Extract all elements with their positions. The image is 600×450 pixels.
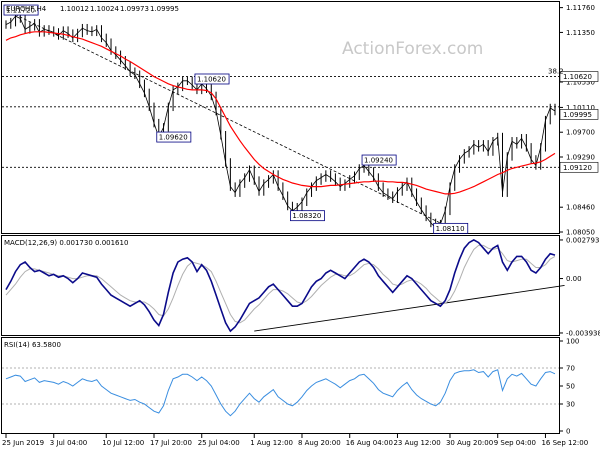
swing-level-label: 1.10620 [197, 75, 226, 83]
x-axis: 25 Jun 2019 3 Jul 04:00 10 Jul 12:00 17 Jul… [2, 434, 588, 447]
x-tick-label: 16 Sep 12:00 [541, 439, 588, 447]
macd-panel-frame [1, 235, 560, 336]
watermark: ActionForex.com [342, 39, 483, 59]
rsi-y-tick-label: 70 [566, 365, 575, 373]
chart-svg: ActionForex.com 1.117601.113501.105301.1… [1, 1, 600, 447]
price-y-tick-label: 1.11760 [566, 4, 595, 12]
price-y-tick-label: 1.08050 [566, 229, 595, 237]
chart-root: ActionForex.com 1.11760 1.11350 1.10530 1.1… [0, 0, 600, 450]
price-y-tick-label: 1.09290 [566, 154, 595, 162]
macd-y-tick-label: 0.00 [566, 275, 582, 283]
symbol-header: EURCHF,H4 [6, 5, 47, 13]
x-tick-label: 25 Jun 2019 [2, 439, 44, 447]
rsi-panel-frame [1, 337, 560, 434]
rsi-title: RSI(14) 63.5800 [4, 341, 61, 349]
rsi-y-tick-label: 30 [566, 401, 575, 409]
price-y-tick-label: 1.08460 [566, 204, 595, 212]
x-tick-label: 9 Sep 04:00 [494, 439, 536, 447]
macd-y-tick-label: -0.003938 [566, 329, 600, 337]
swing-level-label: 1.09620 [159, 134, 188, 142]
x-tick-label: 30 Aug 20:00 [446, 439, 493, 447]
ohlc-low: 1.09973 [120, 5, 149, 13]
last-price-label: 1.09995 [563, 111, 592, 119]
x-tick-label: 10 Jul 12:00 [102, 439, 144, 447]
ohlc-close: 1.09995 [150, 5, 179, 13]
macd-y-tick-label: 0.002793 [566, 236, 599, 244]
level-label: 1.09120 [563, 164, 592, 172]
swing-level-label: 1.08320 [292, 212, 321, 220]
rsi-y-tick-label: 0 [566, 428, 570, 436]
fib-label: 38.2 [548, 68, 564, 76]
x-tick-label: 25 Jul 04:00 [198, 439, 240, 447]
price-panel-frame [1, 1, 560, 234]
price-y-tick-label: 1.11350 [566, 29, 595, 37]
price-y-tick-label: 1.09700 [566, 129, 595, 137]
ohlc-high: 1.10024 [90, 5, 119, 13]
x-tick-label: 17 Jul 20:00 [150, 439, 192, 447]
ohlc-open: 1.10012 [60, 5, 89, 13]
x-tick-label: 3 Jul 04:00 [50, 439, 88, 447]
x-tick-label: 23 Aug 12:00 [393, 439, 440, 447]
level-label: 1.10620 [563, 73, 592, 81]
swing-level-label: 1.09240 [364, 157, 393, 165]
rsi-y-tick-label: 100 [566, 338, 579, 346]
swing-level-label: 1.08110 [436, 225, 465, 233]
rsi-y-tick-label: 50 [566, 383, 575, 391]
x-tick-label: 16 Aug 04:00 [346, 439, 393, 447]
x-tick-label: 8 Aug 20:00 [298, 439, 341, 447]
macd-title: MACD(12,26,9) 0.001730 0.001610 [4, 239, 128, 247]
x-tick-label: 1 Aug 12:00 [250, 439, 293, 447]
